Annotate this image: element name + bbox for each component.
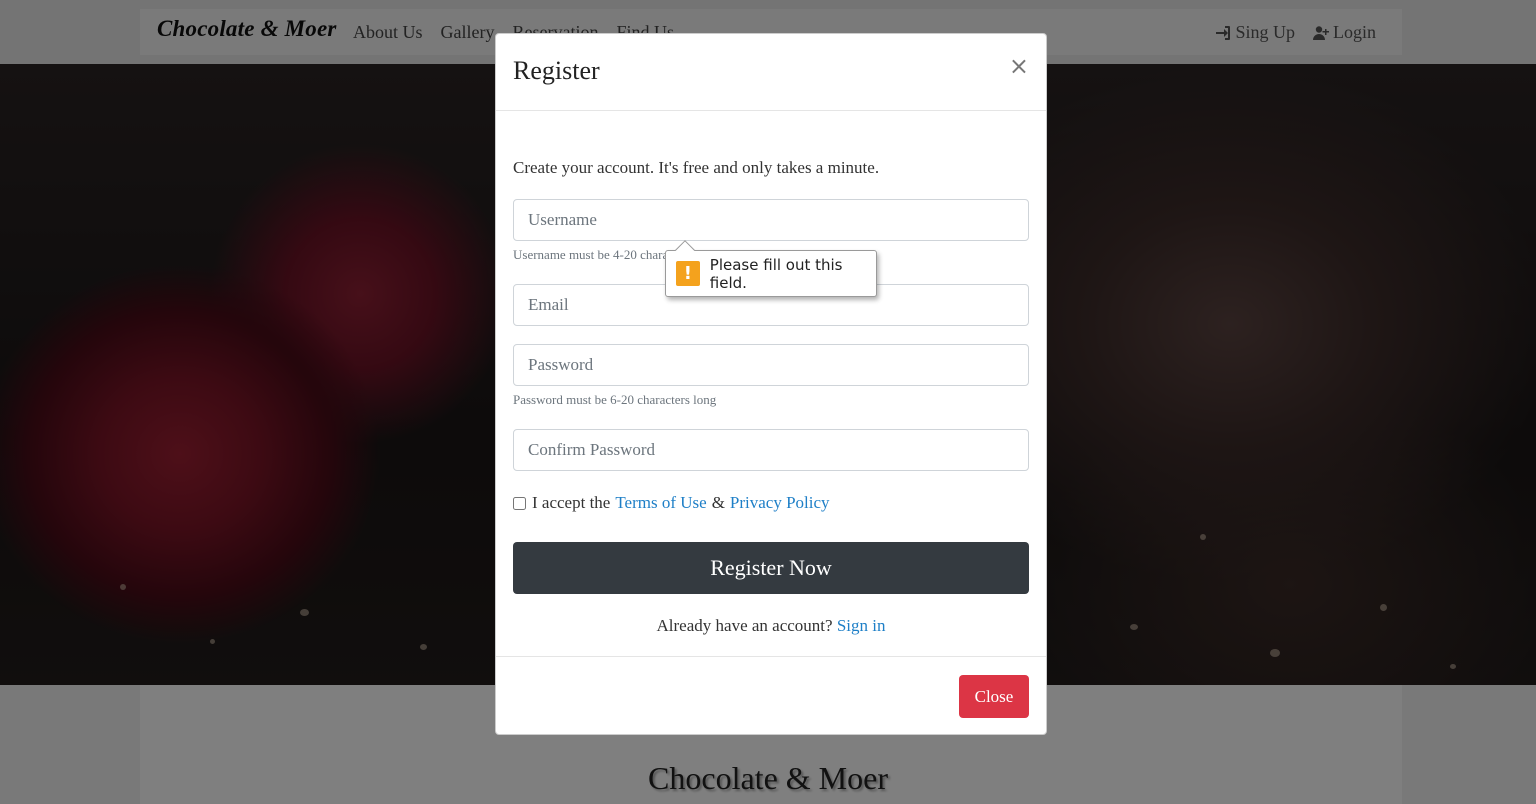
validation-tooltip: ! Please fill out this field.	[665, 240, 877, 297]
register-modal: Register × Create your account. It's fre…	[495, 33, 1047, 735]
accept-ampersand: &	[711, 493, 725, 512]
accept-terms-row: I accept the Terms of Use & Privacy Poli…	[513, 493, 835, 513]
privacy-policy-link[interactable]: Privacy Policy	[730, 493, 830, 513]
intro-text: Create your account. It's free and only …	[513, 158, 880, 177]
accept-prefix: I accept the	[532, 493, 611, 512]
modal-title: Register	[513, 56, 600, 85]
close-button[interactable]: Close	[959, 675, 1029, 718]
password-input[interactable]	[513, 344, 1029, 386]
register-now-button[interactable]: Register Now	[513, 542, 1029, 594]
warning-icon: !	[676, 261, 700, 286]
confirm-password-input[interactable]	[513, 429, 1029, 471]
sign-in-link[interactable]: Sign in	[837, 616, 886, 635]
modal-header: Register ×	[496, 34, 1046, 111]
username-input[interactable]	[513, 199, 1029, 241]
accept-terms-checkbox[interactable]	[513, 496, 526, 510]
terms-of-use-link[interactable]: Terms of Use	[615, 493, 706, 513]
signin-prompt: Already have an account? Sign in	[496, 616, 1046, 636]
tooltip-message: Please fill out this field.	[709, 255, 843, 292]
modal-footer: Close	[496, 656, 1046, 736]
close-icon[interactable]: ×	[1009, 52, 1029, 80]
password-hint: Password must be 6-20 characters long	[513, 392, 717, 407]
signin-prompt-text: Already have an account?	[656, 616, 833, 635]
